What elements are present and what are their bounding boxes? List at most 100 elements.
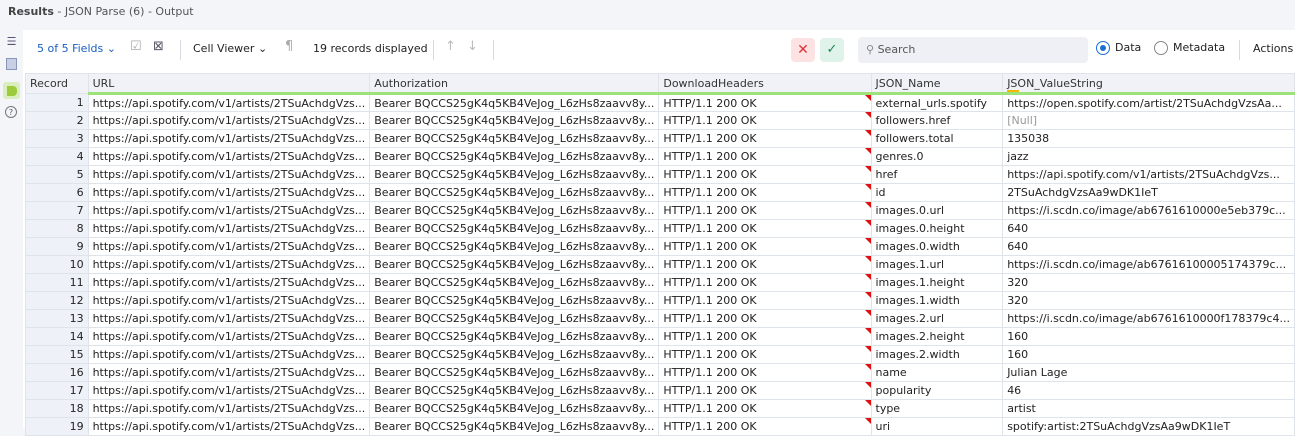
json-name-cell[interactable]: followers.href xyxy=(870,111,1004,130)
url-cell[interactable]: https://api.spotify.com/v1/artists/2TSuA… xyxy=(87,93,371,112)
record-cell[interactable]: 8 xyxy=(25,219,89,238)
record-cell[interactable]: 1 xyxy=(25,93,89,112)
pilcrow-icon[interactable]: ¶ xyxy=(285,39,293,54)
cell-viewer-dropdown[interactable]: Cell Viewer ⌄ xyxy=(193,42,267,55)
url-cell[interactable]: https://api.spotify.com/v1/artists/2TSuA… xyxy=(87,399,371,418)
downloadheaders-cell[interactable]: HTTP/1.1 200 OK xyxy=(658,291,872,310)
json-value-cell[interactable]: 2TSuAchdgVzsAa9wDK1IeT xyxy=(1002,183,1295,202)
json-name-cell[interactable]: followers.total xyxy=(870,129,1004,148)
json-name-cell[interactable]: images.1.url xyxy=(870,255,1004,274)
help-icon[interactable]: ? xyxy=(5,106,17,118)
json-value-cell[interactable]: 135038 xyxy=(1002,129,1295,148)
downloadheaders-cell[interactable]: HTTP/1.1 200 OK xyxy=(658,273,872,292)
downloadheaders-cell[interactable]: HTTP/1.1 200 OK xyxy=(658,129,872,148)
url-cell[interactable]: https://api.spotify.com/v1/artists/2TSuA… xyxy=(87,147,371,166)
downloadheaders-cell[interactable]: HTTP/1.1 200 OK xyxy=(658,183,872,202)
downloadheaders-cell[interactable]: HTTP/1.1 200 OK xyxy=(658,93,872,112)
downloadheaders-cell[interactable]: HTTP/1.1 200 OK xyxy=(658,165,872,184)
json-name-cell[interactable]: images.1.width xyxy=(870,291,1004,310)
record-cell[interactable]: 11 xyxy=(25,273,89,292)
record-cell[interactable]: 9 xyxy=(25,237,89,256)
record-cell[interactable]: 7 xyxy=(25,201,89,220)
metadata-radio[interactable]: Metadata xyxy=(1154,41,1225,55)
json-name-cell[interactable]: images.0.height xyxy=(870,219,1004,238)
json-value-cell[interactable]: [Null] xyxy=(1002,111,1295,130)
url-cell[interactable]: https://api.spotify.com/v1/artists/2TSuA… xyxy=(87,255,371,274)
json-name-cell[interactable]: images.2.width xyxy=(870,345,1004,364)
json-value-cell[interactable]: artist xyxy=(1002,399,1295,418)
column-header-downloadheaders[interactable]: DownloadHeaders xyxy=(658,73,872,95)
authorization-cell[interactable]: Bearer BQCCS25gK4q5KB4VeJog_L6zHs8zaavv8… xyxy=(369,417,660,436)
json-name-cell[interactable]: images.2.url xyxy=(870,309,1004,328)
deselect-icon[interactable]: ⊠ xyxy=(153,39,164,54)
json-name-cell[interactable]: id xyxy=(870,183,1004,202)
json-name-cell[interactable]: images.2.height xyxy=(870,327,1004,346)
authorization-cell[interactable]: Bearer BQCCS25gK4q5KB4VeJog_L6zHs8zaavv8… xyxy=(369,93,660,112)
url-cell[interactable]: https://api.spotify.com/v1/artists/2TSuA… xyxy=(87,219,371,238)
downloadheaders-cell[interactable]: HTTP/1.1 200 OK xyxy=(658,111,872,130)
url-cell[interactable]: https://api.spotify.com/v1/artists/2TSuA… xyxy=(87,345,371,364)
json-value-cell[interactable]: 640 xyxy=(1002,219,1295,238)
downloadheaders-cell[interactable]: HTTP/1.1 200 OK xyxy=(658,219,872,238)
authorization-cell[interactable]: Bearer BQCCS25gK4q5KB4VeJog_L6zHs8zaavv8… xyxy=(369,345,660,364)
record-cell[interactable]: 10 xyxy=(25,255,89,274)
record-cell[interactable]: 13 xyxy=(25,309,89,328)
json-value-cell[interactable]: 160 xyxy=(1002,327,1295,346)
cancel-button[interactable]: ✕ xyxy=(791,38,815,62)
downloadheaders-cell[interactable]: HTTP/1.1 200 OK xyxy=(658,417,872,436)
json-name-cell[interactable]: images.1.height xyxy=(870,273,1004,292)
actions-button[interactable]: Actions xyxy=(1253,42,1293,55)
authorization-cell[interactable]: Bearer BQCCS25gK4q5KB4VeJog_L6zHs8zaavv8… xyxy=(369,111,660,130)
authorization-cell[interactable]: Bearer BQCCS25gK4q5KB4VeJog_L6zHs8zaavv8… xyxy=(369,165,660,184)
json-name-cell[interactable]: type xyxy=(870,399,1004,418)
panel-icon[interactable] xyxy=(4,56,19,71)
downloadheaders-cell[interactable]: HTTP/1.1 200 OK xyxy=(658,237,872,256)
arrow-down-icon[interactable]: ↓ xyxy=(467,39,478,54)
url-cell[interactable]: https://api.spotify.com/v1/artists/2TSuA… xyxy=(87,309,371,328)
record-cell[interactable]: 15 xyxy=(25,345,89,364)
record-cell[interactable]: 17 xyxy=(25,381,89,400)
authorization-cell[interactable]: Bearer BQCCS25gK4q5KB4VeJog_L6zHs8zaavv8… xyxy=(369,273,660,292)
record-cell[interactable]: 4 xyxy=(25,147,89,166)
downloadheaders-cell[interactable]: HTTP/1.1 200 OK xyxy=(658,327,872,346)
authorization-cell[interactable]: Bearer BQCCS25gK4q5KB4VeJog_L6zHs8zaavv8… xyxy=(369,363,660,382)
json-value-cell[interactable]: 160 xyxy=(1002,345,1295,364)
authorization-cell[interactable]: Bearer BQCCS25gK4q5KB4VeJog_L6zHs8zaavv8… xyxy=(369,129,660,148)
fields-dropdown[interactable]: 5 of 5 Fields ⌄ xyxy=(37,42,116,55)
apply-button[interactable]: ✓ xyxy=(820,38,844,62)
json-value-cell[interactable]: https://open.spotify.com/artist/2TSuAchd… xyxy=(1002,93,1295,112)
url-cell[interactable]: https://api.spotify.com/v1/artists/2TSuA… xyxy=(87,327,371,346)
url-cell[interactable]: https://api.spotify.com/v1/artists/2TSuA… xyxy=(87,381,371,400)
column-header-url[interactable]: URL xyxy=(87,73,371,95)
url-cell[interactable]: https://api.spotify.com/v1/artists/2TSuA… xyxy=(87,201,371,220)
url-cell[interactable]: https://api.spotify.com/v1/artists/2TSuA… xyxy=(87,291,371,310)
url-cell[interactable]: https://api.spotify.com/v1/artists/2TSuA… xyxy=(87,129,371,148)
authorization-cell[interactable]: Bearer BQCCS25gK4q5KB4VeJog_L6zHs8zaavv8… xyxy=(369,381,660,400)
json-value-cell[interactable]: Julian Lage xyxy=(1002,363,1295,382)
authorization-cell[interactable]: Bearer BQCCS25gK4q5KB4VeJog_L6zHs8zaavv8… xyxy=(369,255,660,274)
json-name-cell[interactable]: images.0.url xyxy=(870,201,1004,220)
record-cell[interactable]: 16 xyxy=(25,363,89,382)
downloadheaders-cell[interactable]: HTTP/1.1 200 OK xyxy=(658,399,872,418)
column-header-authorization[interactable]: Authorization xyxy=(369,73,660,95)
column-header-record[interactable]: Record xyxy=(25,73,89,94)
json-name-cell[interactable]: uri xyxy=(870,417,1004,436)
json-name-cell[interactable]: name xyxy=(870,363,1004,382)
arrow-up-icon[interactable]: ↑ xyxy=(445,39,456,54)
column-header-json-name[interactable]: JSON_Name xyxy=(870,73,1004,95)
record-cell[interactable]: 18 xyxy=(25,399,89,418)
authorization-cell[interactable]: Bearer BQCCS25gK4q5KB4VeJog_L6zHs8zaavv8… xyxy=(369,399,660,418)
url-cell[interactable]: https://api.spotify.com/v1/artists/2TSuA… xyxy=(87,165,371,184)
json-value-cell[interactable]: https://i.scdn.co/image/ab6761610000f178… xyxy=(1002,309,1295,328)
json-value-cell[interactable]: spotify:artist:2TSuAchdgVzsAa9wDK1IeT xyxy=(1002,417,1295,436)
url-cell[interactable]: https://api.spotify.com/v1/artists/2TSuA… xyxy=(87,237,371,256)
json-value-cell[interactable]: 320 xyxy=(1002,273,1295,292)
downloadheaders-cell[interactable]: HTTP/1.1 200 OK xyxy=(658,363,872,382)
authorization-cell[interactable]: Bearer BQCCS25gK4q5KB4VeJog_L6zHs8zaavv8… xyxy=(369,309,660,328)
authorization-cell[interactable]: Bearer BQCCS25gK4q5KB4VeJog_L6zHs8zaavv8… xyxy=(369,147,660,166)
json-name-cell[interactable]: external_urls.spotify xyxy=(870,93,1004,112)
authorization-cell[interactable]: Bearer BQCCS25gK4q5KB4VeJog_L6zHs8zaavv8… xyxy=(369,201,660,220)
url-cell[interactable]: https://api.spotify.com/v1/artists/2TSuA… xyxy=(87,111,371,130)
downloadheaders-cell[interactable]: HTTP/1.1 200 OK xyxy=(658,147,872,166)
record-cell[interactable]: 2 xyxy=(25,111,89,130)
